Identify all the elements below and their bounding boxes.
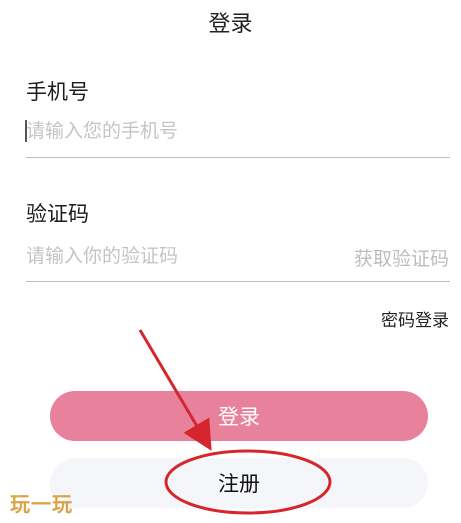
verification-code-input[interactable]	[26, 240, 326, 272]
page-title: 登录	[208, 12, 253, 37]
get-code-button[interactable]: 获取验证码	[354, 244, 449, 271]
code-input-underline	[26, 281, 450, 282]
text-caret	[25, 120, 27, 142]
login-button[interactable]: 登录	[50, 391, 428, 441]
watermark-logo: 玩一玩	[10, 492, 73, 516]
code-label: 验证码	[26, 202, 89, 226]
phone-input[interactable]	[26, 115, 450, 147]
password-login-link[interactable]: 密码登录	[381, 306, 449, 331]
phone-label: 手机号	[26, 80, 89, 104]
phone-input-underline	[26, 157, 450, 158]
register-button[interactable]: 注册	[50, 458, 428, 508]
